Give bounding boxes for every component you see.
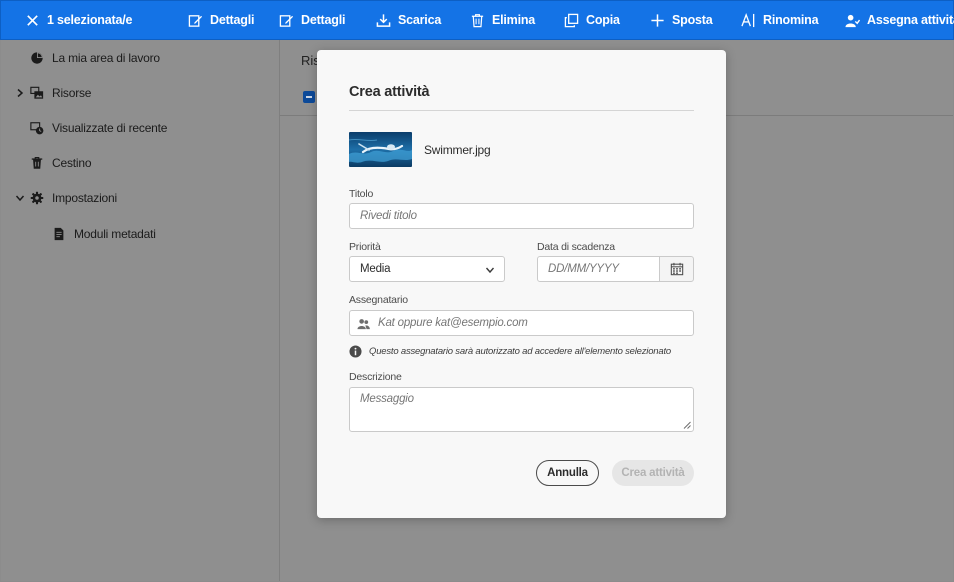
close-selection-button[interactable]: 1 selezionata/e — [25, 1, 132, 39]
details-button-2[interactable]: Dettagli — [279, 1, 345, 39]
sidebar-item-label: Visualizzate di recente — [52, 121, 168, 135]
description-textarea[interactable]: Messaggio — [349, 387, 694, 432]
move-icon — [651, 13, 664, 27]
sidebar-item-label: Risorse — [52, 86, 92, 100]
action-bar: 1 selezionata/e Dettagli Dettagli Scaric… — [0, 0, 954, 40]
create-task-button[interactable]: Crea attività — [612, 460, 694, 486]
sidebar-item-trash[interactable]: Cestino — [30, 153, 91, 173]
due-date-input[interactable]: DD/MM/YYYY — [537, 256, 660, 282]
priority-label: Priorità — [349, 241, 381, 253]
trash-icon — [31, 157, 43, 169]
copy-button[interactable]: Copia — [564, 1, 620, 39]
info-icon — [349, 345, 362, 358]
due-date-label: Data di scadenza — [537, 241, 615, 253]
sidebar-item-label: Cestino — [52, 156, 92, 170]
title-input[interactable]: Rivedi titolo — [349, 203, 694, 229]
assign-user-icon — [845, 14, 860, 27]
calendar-button[interactable] — [659, 256, 694, 282]
sidebar-item-label: Moduli metadati — [74, 227, 156, 241]
users-icon — [357, 319, 370, 330]
priority-select[interactable]: Media — [349, 256, 505, 282]
pie-chart-icon — [31, 52, 43, 64]
move-button[interactable]: Sposta — [650, 1, 713, 39]
asset-thumbnail — [349, 132, 412, 167]
recent-icon — [30, 122, 44, 135]
chevron-right-icon[interactable] — [15, 88, 25, 98]
swimmer-image-icon — [349, 132, 412, 167]
resize-handle-icon[interactable] — [683, 421, 691, 429]
priority-value: Media — [360, 263, 391, 275]
download-icon — [376, 13, 391, 27]
move-label: Sposta — [672, 13, 713, 27]
download-label: Scarica — [398, 13, 442, 27]
delete-label: Elimina — [492, 13, 536, 27]
rename-label: Rinomina — [763, 13, 819, 27]
chevron-down-icon[interactable] — [15, 193, 25, 203]
trash-icon — [471, 13, 484, 27]
delete-button[interactable]: Elimina — [470, 1, 535, 39]
description-label: Descrizione — [349, 371, 402, 383]
details-label: Dettagli — [301, 13, 346, 27]
select-all-checkbox[interactable] — [303, 91, 315, 103]
chevron-down-icon — [485, 267, 495, 274]
document-icon — [54, 227, 64, 241]
rename-icon — [741, 12, 755, 27]
rename-button[interactable]: Rinomina — [741, 1, 819, 39]
title-label: Titolo — [349, 188, 374, 200]
assignee-label: Assegnatario — [349, 294, 408, 306]
copy-icon — [564, 13, 579, 27]
sidebar-item-label: La mia area di lavoro — [52, 51, 160, 65]
create-task-dialog: Crea attività Swimmer.jpg Titolo Rivedi … — [317, 50, 726, 518]
title-placeholder: Rivedi titolo — [360, 210, 417, 222]
due-date-placeholder: DD/MM/YYYY — [548, 263, 619, 275]
download-button[interactable]: Scarica — [376, 1, 441, 39]
dialog-title: Crea attività — [349, 84, 430, 100]
selection-count: 1 selezionata/e — [47, 13, 133, 27]
description-placeholder: Messaggio — [360, 393, 414, 405]
edit-icon — [188, 14, 203, 27]
sidebar-item-label: Impostazioni — [52, 191, 117, 205]
close-icon — [27, 14, 38, 26]
details-button[interactable]: Dettagli — [188, 1, 254, 39]
assignee-info: Questo assegnatario sarà autorizzato ad … — [349, 345, 671, 358]
assign-task-button[interactable]: Assegna attività — [845, 1, 954, 39]
asset-file-name: Swimmer.jpg — [424, 143, 491, 157]
details-label: Dettagli — [210, 13, 255, 27]
copy-label: Copia — [586, 13, 620, 27]
sidebar-item-recent[interactable]: Visualizzate di recente — [30, 118, 167, 138]
cancel-button[interactable]: Annulla — [536, 460, 599, 486]
gear-icon — [30, 191, 44, 205]
assets-icon — [30, 86, 44, 99]
sidebar-item-workspace[interactable]: La mia area di lavoro — [30, 48, 160, 68]
edit-icon — [279, 14, 294, 27]
calendar-icon — [670, 262, 683, 276]
assignee-placeholder: Kat oppure kat@esempio.com — [378, 317, 528, 329]
assignee-input[interactable]: Kat oppure kat@esempio.com — [349, 310, 694, 336]
sidebar: La mia area di lavoro Risorse Visualizza… — [1, 40, 280, 581]
sidebar-item-assets[interactable]: Risorse — [30, 83, 91, 103]
sidebar-item-metadata-forms[interactable]: Moduli metadati — [52, 224, 156, 244]
assign-task-label: Assegna attività — [867, 13, 954, 27]
dialog-divider — [349, 110, 694, 111]
sidebar-item-settings[interactable]: Impostazioni — [30, 188, 117, 208]
assignee-info-text: Questo assegnatario sarà autorizzato ad … — [369, 346, 671, 357]
